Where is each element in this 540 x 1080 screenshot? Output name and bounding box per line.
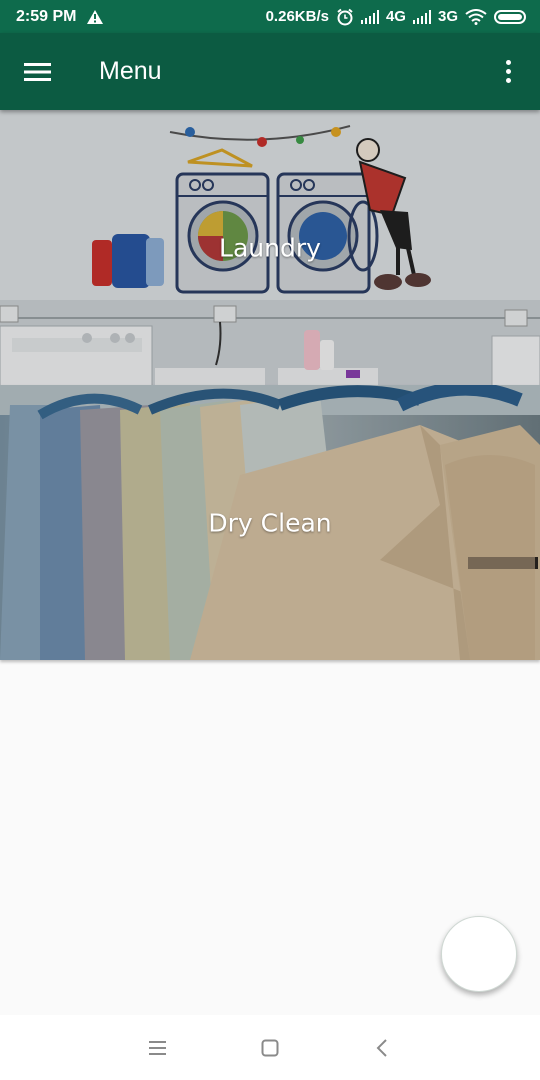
navigation-drawer-button[interactable] [0,33,80,110]
dry-clean-card[interactable]: Dry Clean [0,385,540,660]
more-vert-icon [505,60,511,65]
laundry-card[interactable]: Laundry [0,110,540,385]
wifi-icon [465,8,487,25]
app-bar: Menu [0,33,540,110]
back-button[interactable] [326,1015,438,1080]
status-time: 2:59 PM [16,7,77,25]
overflow-menu-button[interactable] [488,33,528,110]
hamburger-menu-icon [24,62,51,81]
menu-lines-icon [149,1040,166,1055]
network-type-2: 3G [437,8,458,25]
square-home-icon [261,1039,279,1056]
status-bar: 2:59 PM 0.26KB/s 4G 3G [0,0,540,33]
back-chevron-icon [376,1038,387,1057]
more-vert-dot [505,69,511,74]
more-vert-dot [505,78,511,83]
laundry-label: Laundry [219,233,321,262]
system-navigation-bar [0,1015,540,1080]
signal-strength-icon-2 [412,9,431,24]
dry-clean-label: Dry Clean [208,508,332,537]
alarm-icon [337,8,353,25]
home-button[interactable] [214,1015,326,1080]
network-speed: 0.26KB/s [265,8,329,25]
floating-action-button[interactable] [441,916,517,992]
warning-icon [87,9,104,24]
recents-button[interactable] [102,1015,214,1080]
battery-icon [494,9,526,24]
signal-strength-icon [360,9,379,24]
page-title: Menu [99,57,162,85]
network-type-1: 4G [385,8,406,25]
